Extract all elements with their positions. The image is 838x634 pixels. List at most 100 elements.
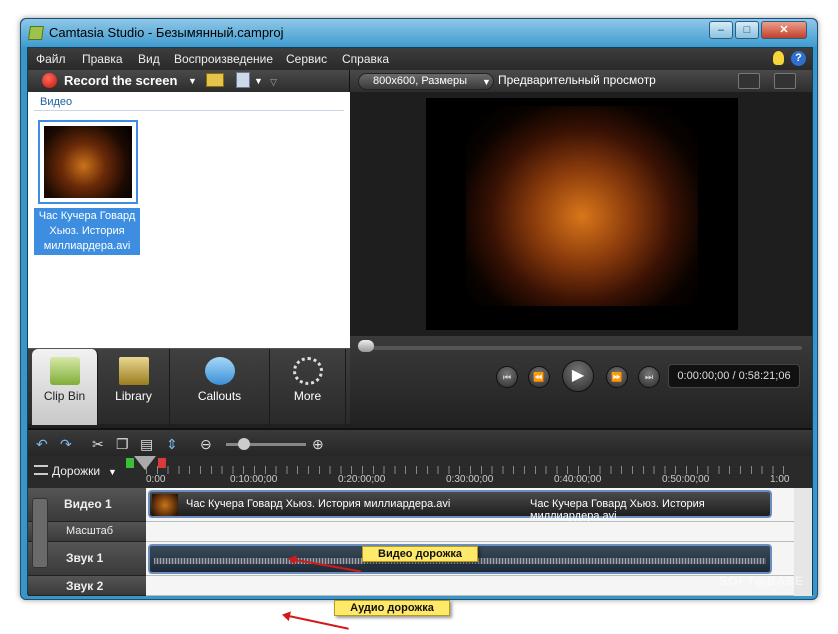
ruler-tick: 0:20:00;00 (338, 474, 386, 485)
bin-section-label: Видео (40, 96, 73, 108)
seek-handle[interactable] (358, 340, 374, 352)
clip-bin-panel: Видео Час Кучера Говард Хьюз. История ми… (28, 92, 350, 378)
tab-label: Library (115, 389, 152, 403)
skip-end-icon[interactable]: ⏭ (638, 366, 660, 388)
tab-more[interactable]: More (270, 349, 346, 425)
audio-2-track-body (146, 576, 794, 596)
tracks-icon[interactable] (34, 465, 48, 475)
preview-size-select[interactable]: 800x600, Размеры (358, 73, 494, 90)
chevron-down-icon[interactable]: ▼ (108, 467, 117, 477)
more-options-icon[interactable]: ▽ (270, 77, 277, 88)
ruler-tick: 0:50:00;00 (662, 474, 710, 485)
close-button[interactable]: ✕ (761, 21, 807, 39)
preview-canvas (426, 98, 738, 330)
ruler-tick: 0:30:00;00 (446, 474, 494, 485)
record-icon[interactable] (42, 73, 57, 88)
chevron-down-icon[interactable]: ▼ (188, 76, 197, 86)
playback-controls: ⏮ ⏪ ▶ ⏩ ⏭ 0:00:00;00 / 0:58:21;06 (350, 336, 812, 424)
clip-caption[interactable]: Час Кучера Говард Хьюз. История миллиард… (34, 208, 140, 255)
minimize-button[interactable]: – (709, 21, 733, 39)
record-toolbar: Record the screen ▼ ▼ ▽ (28, 70, 350, 92)
camtasia-icon (28, 26, 44, 40)
callouts-icon (204, 357, 235, 385)
clip-preview-image (44, 126, 132, 198)
clip-title: Час Кучера Говард Хьюз. История миллиард… (530, 498, 705, 522)
rewind-icon[interactable]: ⏪ (528, 366, 550, 388)
video-frame (466, 106, 698, 306)
tab-clip-bin[interactable]: Clip Bin (32, 349, 98, 425)
tab-label: Clip Bin (43, 389, 86, 403)
tab-label: Callouts (197, 389, 242, 403)
play-icon[interactable]: ▶ (562, 360, 594, 392)
ruler-tick: 1:00 (770, 474, 790, 485)
zoom-out-icon[interactable]: ⊖ (200, 436, 212, 453)
zoom-in-icon[interactable]: ⊕ (312, 436, 324, 453)
redo-icon[interactable]: ↷ (60, 436, 72, 453)
lane-label: Звук 1 (66, 551, 104, 565)
fullscreen-icon[interactable] (738, 73, 760, 89)
ruler-tick: 0:10:00;00 (230, 474, 278, 485)
divider (34, 110, 344, 111)
clip-thumbnail (152, 494, 178, 516)
menu-file[interactable]: Файл (36, 52, 66, 66)
timeline-tracks: Видео 1 Масштаб Звук 1 Звук 2 Час Кучера… (28, 488, 812, 630)
more-icon (292, 357, 323, 385)
video-track-annotation: Видео дорожка (362, 546, 478, 562)
import-media-icon[interactable] (206, 73, 224, 87)
zoom-slider-handle[interactable] (238, 438, 250, 450)
paste-icon[interactable]: ▤ (140, 436, 153, 453)
detach-preview-icon[interactable] (774, 73, 796, 89)
ruler-tick: 0:40:00;00 (554, 474, 602, 485)
tracks-menu[interactable]: Дорожки (52, 464, 100, 478)
clip-bin-icon (49, 357, 80, 385)
lane-label: Масштаб (66, 525, 114, 537)
zoom-track-body (146, 522, 794, 542)
track-slider[interactable] (32, 498, 48, 568)
tab-callouts[interactable]: Callouts (170, 349, 270, 425)
video-clip[interactable]: Час Кучера Говард Хьюз. История миллиард… (148, 490, 772, 522)
timeline-ruler-row: Дорожки ▼ 0:00 0:10:00;00 0:20:00;00 0:3… (28, 456, 812, 488)
ruler-tick: 0:00 (146, 474, 166, 485)
clip-title: Час Кучера Говард Хьюз. История миллиард… (186, 498, 451, 510)
title-bar: Camtasia Studio - Безымянный.camproj – □… (21, 19, 817, 47)
app-window: Camtasia Studio - Безымянный.camproj – □… (20, 18, 818, 630)
menu-help[interactable]: Справка (342, 52, 389, 66)
menu-playback[interactable]: Воспроизведение (174, 52, 273, 66)
annotation-arrow (283, 614, 349, 630)
produce-icon[interactable] (236, 72, 250, 88)
clip-thumbnail[interactable] (38, 120, 138, 204)
maximize-button[interactable]: □ (735, 21, 759, 39)
tips-bulb-icon[interactable] (773, 51, 784, 65)
audio-track-annotation: Аудио дорожка (334, 600, 450, 616)
tab-label: More (293, 389, 322, 403)
split-icon[interactable]: ⇕ (166, 436, 178, 453)
undo-icon[interactable]: ↶ (36, 436, 48, 453)
cut-icon[interactable]: ✂ (92, 436, 104, 453)
menu-view[interactable]: Вид (138, 52, 160, 66)
lane-audio-2[interactable]: Звук 2 (28, 576, 146, 596)
timeline-toolbar: ↶ ↷ ✂ ❐ ▤ ⇕ ⊖ ⊕ (28, 428, 812, 456)
watermark: SOFT◎BASE (719, 574, 804, 588)
help-icon[interactable]: ? (791, 51, 806, 66)
lane-label: Звук 2 (66, 579, 104, 593)
preview-toolbar: 800x600, Размеры ▼ Предварительный просм… (350, 70, 812, 92)
tab-library[interactable]: Library (98, 349, 170, 425)
lane-label: Видео 1 (64, 497, 112, 511)
fast-forward-icon[interactable]: ⏩ (606, 366, 628, 388)
menu-edit[interactable]: Правка (82, 52, 123, 66)
seek-bar[interactable] (362, 346, 802, 350)
menu-tools[interactable]: Сервис (286, 52, 327, 66)
task-tabs: Clip Bin Library Callouts More (28, 348, 350, 425)
selection-start-marker[interactable] (126, 458, 134, 468)
record-screen-button[interactable]: Record the screen (64, 73, 177, 88)
chevron-down-icon[interactable]: ▼ (482, 77, 491, 87)
copy-icon[interactable]: ❐ (116, 436, 129, 453)
chevron-down-icon[interactable]: ▼ (254, 76, 263, 86)
menu-bar: Файл Правка Вид Воспроизведение Сервис С… (28, 48, 812, 70)
skip-start-icon[interactable]: ⏮ (496, 366, 518, 388)
library-icon (118, 357, 149, 385)
selection-end-marker[interactable] (158, 458, 166, 468)
time-display: 0:00:00;00 / 0:58:21;06 (668, 364, 800, 388)
time-ruler[interactable]: 0:00 0:10:00;00 0:20:00;00 0:30:00;00 0:… (146, 456, 794, 488)
main-frame: Файл Правка Вид Воспроизведение Сервис С… (27, 47, 813, 630)
